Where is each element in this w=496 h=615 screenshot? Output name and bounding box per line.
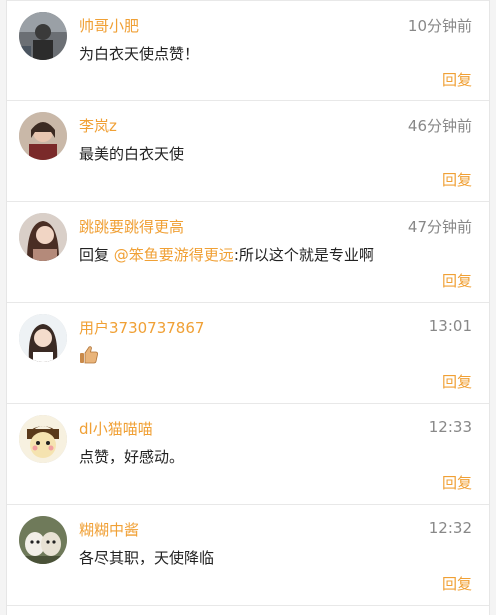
comment-item: 李岚z 46分钟前 最美的白衣天使 回复: [7, 101, 489, 202]
comment-text: 为白衣天使点赞！: [79, 45, 200, 63]
timestamp: 12:32: [428, 519, 472, 537]
timestamp: 12:33: [428, 418, 472, 436]
timestamp: 46分钟前: [407, 117, 472, 135]
timestamp: 10分钟前: [407, 17, 472, 35]
avatar[interactable]: [19, 516, 67, 564]
comment-item: 用户3730737867 13:01 回复: [7, 303, 489, 404]
reply-button[interactable]: 回复: [442, 371, 472, 392]
comment-text: 回复 @笨鱼要游得更远:所以这个就是专业啊: [79, 244, 374, 265]
comment-item: dl小猫喵喵 12:33 点赞，好感动。 回复: [7, 404, 489, 505]
comment-text: [79, 345, 99, 366]
username-link[interactable]: 帅哥小肥: [79, 15, 139, 36]
reply-button[interactable]: 回复: [442, 270, 472, 291]
comments-page: 帅哥小肥 10分钟前 为白衣天使点赞！ 回复 李岚z 46分钟前 最美的白衣天使…: [0, 0, 496, 615]
comment-body: :所以这个就是专业啊: [233, 246, 374, 264]
comment-list: 帅哥小肥 10分钟前 为白衣天使点赞！ 回复 李岚z 46分钟前 最美的白衣天使…: [6, 0, 490, 615]
comment-item: 跳跳要跳得更高 47分钟前 回复 @笨鱼要游得更远:所以这个就是专业啊 回复: [7, 202, 489, 303]
avatar[interactable]: [19, 12, 67, 60]
timestamp: 13:01: [428, 317, 472, 335]
comment-text: 点赞，好感动。: [79, 448, 185, 466]
reply-button[interactable]: 回复: [442, 573, 472, 594]
avatar[interactable]: [19, 213, 67, 261]
username-link[interactable]: 用户3730737867: [79, 317, 204, 338]
username-link[interactable]: 李岚z: [79, 115, 117, 136]
avatar[interactable]: [19, 415, 67, 463]
mention-link[interactable]: @笨鱼要游得更远: [114, 246, 234, 264]
thumbs-up-icon: [80, 346, 98, 364]
username-link[interactable]: 跳跳要跳得更高: [79, 216, 184, 237]
reply-button[interactable]: 回复: [442, 69, 472, 90]
reply-button[interactable]: 回复: [442, 472, 472, 493]
comment-item: 糊糊中酱 12:32 各尽其职，天使降临 回复: [7, 505, 489, 606]
avatar[interactable]: [19, 112, 67, 160]
reply-prefix: 回复: [79, 246, 110, 264]
comment-text: 各尽其职，天使降临: [79, 549, 215, 567]
username-link[interactable]: dl小猫喵喵: [79, 418, 153, 439]
timestamp: 47分钟前: [407, 218, 472, 236]
reply-button[interactable]: 回复: [442, 169, 472, 190]
comment-text: 最美的白衣天使: [79, 145, 185, 163]
username-link[interactable]: 糊糊中酱: [79, 519, 139, 540]
avatar[interactable]: [19, 314, 67, 362]
comment-item: 帅哥小肥 10分钟前 为白衣天使点赞！ 回复: [7, 0, 489, 101]
